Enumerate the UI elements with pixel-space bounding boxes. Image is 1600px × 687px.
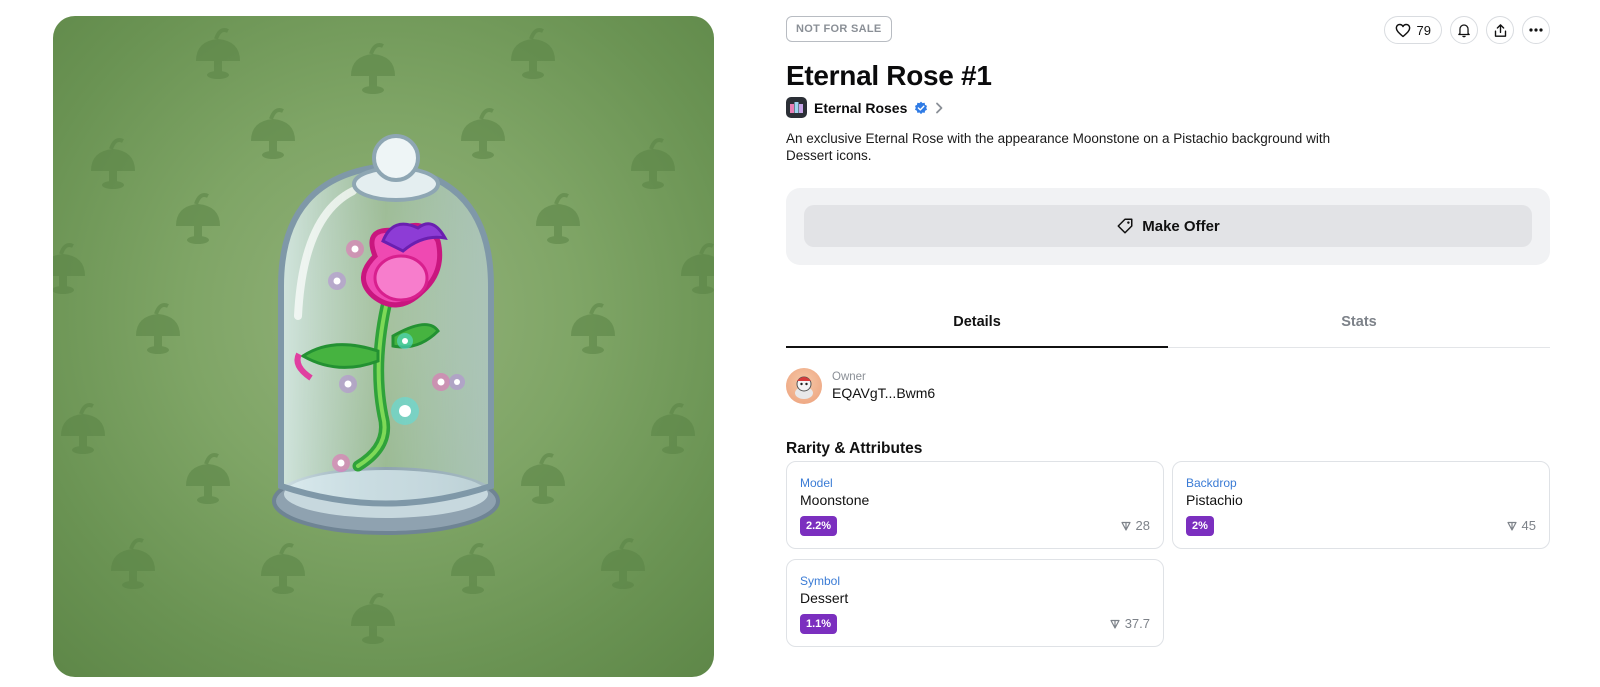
action-bar: 79 [1383, 16, 1550, 44]
rarity-section-title: Rarity & Attributes [786, 440, 923, 457]
owner-address: EQAVgT...Bwm6 [832, 385, 936, 401]
attribute-type: Symbol [800, 574, 841, 588]
attribute-type: Backdrop [1186, 476, 1237, 490]
more-dots-icon [1529, 28, 1543, 32]
heart-icon [1395, 23, 1410, 37]
make-offer-button[interactable]: Make Offer [804, 205, 1532, 247]
tab-details[interactable]: Details [786, 306, 1168, 348]
price-value: 37.7 [1124, 616, 1150, 631]
price-tag-icon [1117, 218, 1133, 234]
rarity-badge: 2% [1186, 516, 1214, 536]
attribute-card-backdrop[interactable]: Backdrop Pistachio 2% 45 [1172, 461, 1550, 549]
attribute-card-symbol[interactable]: Symbol Dessert 1.1% 37.7 [786, 559, 1164, 647]
attribute-value: Dessert [800, 590, 849, 606]
verified-badge-icon [915, 101, 928, 114]
collection-name: Eternal Roses [814, 99, 908, 116]
collection-avatar [786, 97, 807, 118]
owner-avatar-icon [795, 376, 813, 399]
like-button[interactable]: 79 [1383, 16, 1442, 44]
ton-icon [1506, 521, 1517, 531]
owner-row[interactable]: Owner EQAVgT...Bwm6 [786, 368, 935, 404]
notify-button[interactable] [1450, 16, 1478, 44]
tab-stats[interactable]: Stats [1168, 306, 1550, 347]
ton-icon [1110, 619, 1120, 629]
attribute-floor-price: 28 [1120, 518, 1150, 533]
page-title: Eternal Rose #1 [786, 60, 992, 91]
attribute-value: Pistachio [1186, 492, 1243, 508]
attribute-card-model[interactable]: Model Moonstone 2.2% 28 [786, 461, 1164, 549]
attribute-floor-price: 45 [1506, 518, 1536, 533]
attribute-type: Model [800, 476, 833, 490]
status-badge: NOT FOR SALE [786, 16, 892, 42]
owner-avatar [786, 368, 822, 404]
rarity-badge: 1.1% [800, 614, 838, 634]
rose-in-glass-dome-image [53, 28, 714, 646]
price-value: 28 [1135, 518, 1150, 533]
collection-thumbnail-icon [790, 102, 803, 113]
owner-info: Owner EQAVgT...Bwm6 [832, 371, 935, 401]
bell-icon [1458, 23, 1470, 37]
detail-tabs: Details Stats [786, 306, 1550, 348]
more-options-button[interactable] [1522, 16, 1550, 44]
attribute-floor-price: 37.7 [1110, 616, 1150, 631]
offer-section: Make Offer [786, 188, 1550, 265]
share-icon [1494, 23, 1506, 37]
share-button[interactable] [1486, 16, 1514, 44]
nft-artwork[interactable] [53, 16, 714, 677]
owner-label: Owner [832, 371, 866, 383]
collection-link[interactable]: Eternal Roses [786, 97, 943, 118]
like-count: 79 [1416, 22, 1431, 38]
nft-description: An exclusive Eternal Rose with the appea… [786, 131, 1331, 163]
attribute-value: Moonstone [800, 492, 870, 508]
chevron-right-icon [936, 102, 943, 113]
ton-icon [1120, 521, 1131, 531]
make-offer-label: Make Offer [1142, 217, 1220, 235]
rarity-badge: 2.2% [800, 516, 838, 536]
price-value: 45 [1521, 518, 1536, 533]
